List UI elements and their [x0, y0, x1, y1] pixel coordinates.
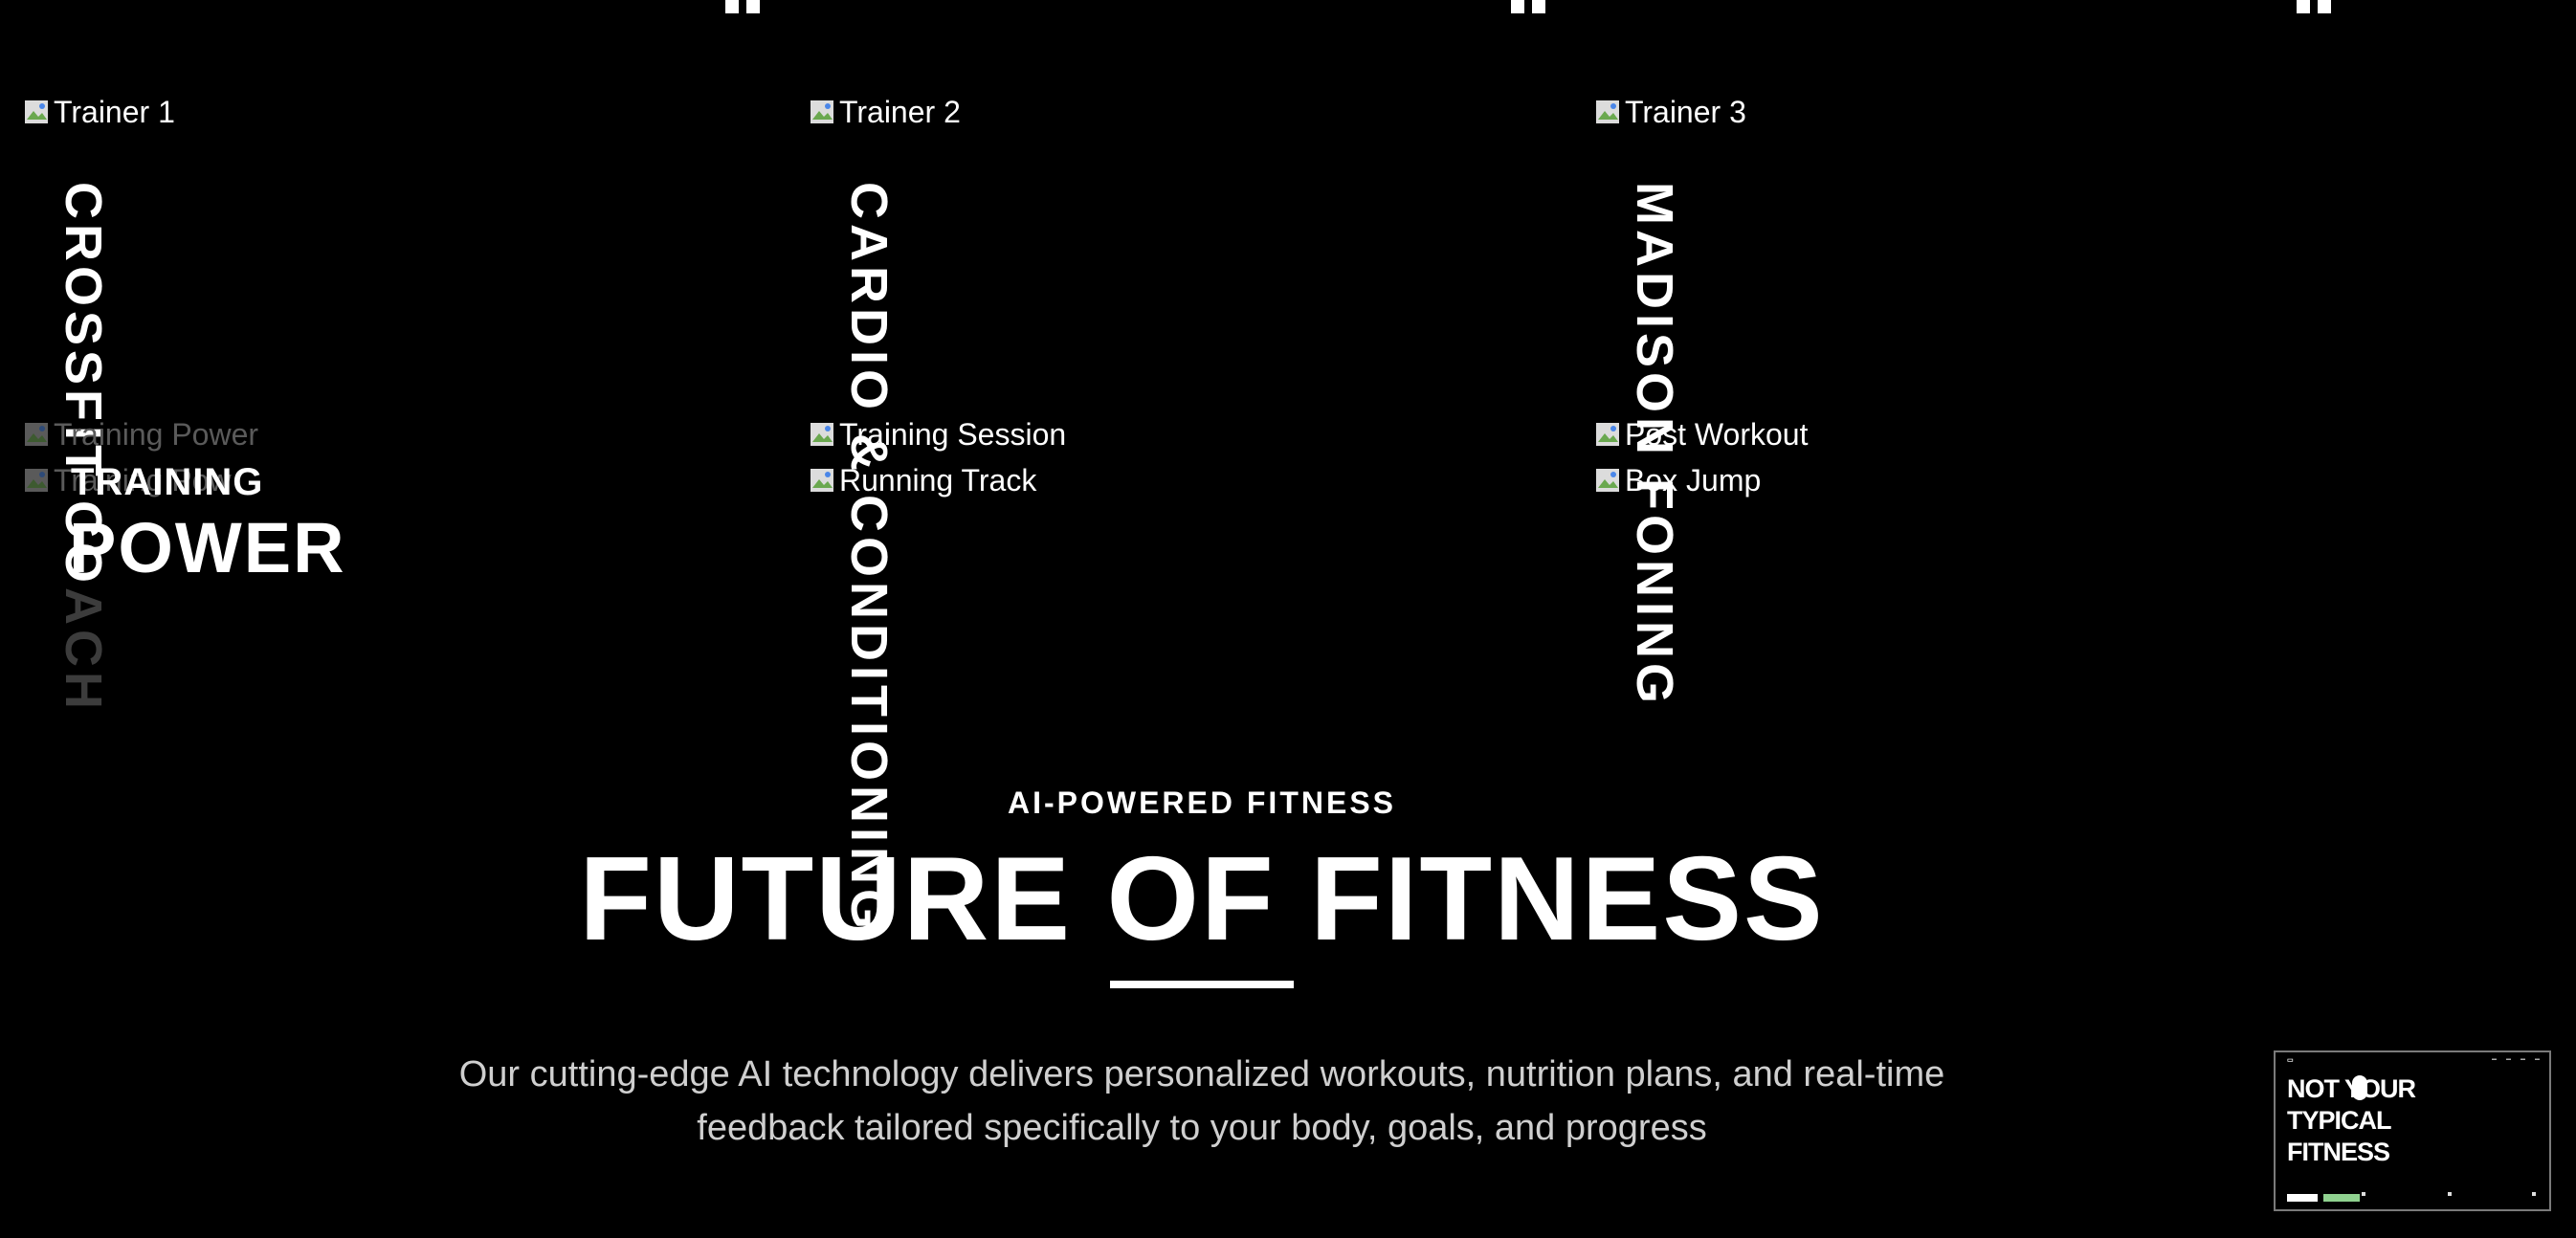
gallery-image: Running Track: [809, 461, 1036, 499]
dot-icon: [2448, 1192, 2452, 1196]
overlay-label-line1: TRAINING: [71, 461, 264, 503]
title-faded: ACH: [55, 587, 112, 715]
hero-eyebrow: AI-POWERED FITNESS: [1007, 785, 1396, 820]
gallery-image-alt: Training Power: [54, 417, 259, 452]
cursor-icon: [2352, 1075, 2367, 1100]
trainer-card-1[interactable]: Trainer 1 CROSSFIT COACH Training Power …: [0, 0, 785, 861]
trainer-photo-alt: Trainer 1: [54, 95, 175, 129]
thumbnail-button-secondary: [2323, 1194, 2360, 1202]
gallery-image-alt: Training Session: [839, 417, 1067, 452]
trainer-card-2[interactable]: Trainer 2 CARDIO & CONDITIONING Training…: [786, 0, 1570, 934]
thumbnail-logo: ▭: [2287, 1057, 2294, 1064]
hero-description: Our cutting-edge AI technology delivers …: [458, 1054, 1945, 1148]
broken-image-icon: [23, 97, 52, 127]
dot-icon: [2362, 1192, 2365, 1196]
overlay-label-line2: POWER: [69, 508, 346, 587]
trainer-card-3[interactable]: Trainer 3 MADISON FONING Post Workout Bo…: [1571, 0, 2356, 861]
broken-image-icon: [809, 419, 837, 450]
broken-image-icon: [1594, 97, 1623, 127]
broken-image-icon: [1594, 419, 1623, 450]
trainer-photo: Trainer 1: [23, 93, 175, 131]
trainer-photo-alt: Trainer 2: [839, 95, 961, 129]
gallery-image: Box Jump: [1594, 461, 1761, 499]
thumbnail-nav: ▬ ▬ ▬ ▬: [2492, 1056, 2540, 1062]
broken-image-icon: [23, 465, 52, 496]
gallery-image: Post Workout: [1594, 415, 1808, 453]
dot-icon: [2532, 1192, 2536, 1196]
trainer-photo-alt: Trainer 3: [1625, 95, 1746, 129]
gallery-image-alt: Post Workout: [1625, 417, 1809, 452]
gallery-image-alt: Box Jump: [1625, 463, 1762, 497]
broken-image-icon: [23, 419, 52, 450]
gallery-image-alt: Running Track: [839, 463, 1037, 497]
broken-image-icon: [809, 97, 837, 127]
gallery-image: Training Power: [23, 415, 258, 453]
broken-image-icon: [1594, 465, 1623, 496]
page: Trainer 1 CROSSFIT COACH Training Power …: [0, 0, 2576, 1238]
trainer-photo: Trainer 2: [809, 93, 961, 131]
thumbnail-title: NOT YOUR TYPICAL FITNESS: [2287, 1074, 2416, 1166]
gallery-image: Training Session: [809, 415, 1066, 453]
hero-divider: [1110, 981, 1294, 988]
hero-title: FUTURE OF FITNESS: [579, 833, 1825, 965]
trainer-photo: Trainer 3: [1594, 93, 1746, 131]
thumbnail-button-primary: [2287, 1194, 2318, 1202]
broken-image-icon: [809, 465, 837, 496]
page-preview-thumbnail[interactable]: ▭ ▬ ▬ ▬ ▬ NOT YOUR TYPICAL FITNESS: [2274, 1050, 2551, 1211]
hero-section: AI-POWERED FITNESS FUTURE OF FITNESS Our…: [0, 780, 2404, 1155]
